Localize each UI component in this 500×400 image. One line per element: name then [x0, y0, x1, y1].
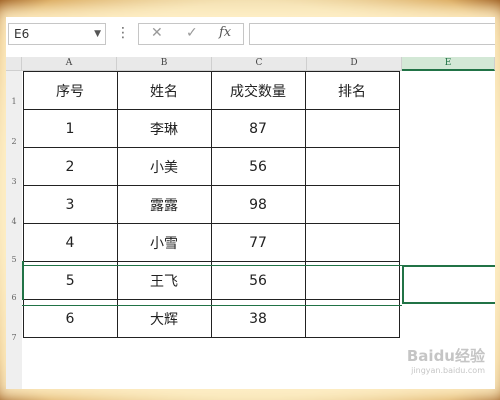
table-cell[interactable]: 露露: [116, 185, 212, 224]
table-cell[interactable]: 87: [210, 109, 306, 148]
row-header-7[interactable]: 7: [6, 333, 22, 342]
row-header-1[interactable]: 1: [6, 97, 22, 106]
more-options-icon[interactable]: ⋮: [116, 25, 130, 41]
table-cell[interactable]: 大辉: [116, 299, 212, 338]
table-cell[interactable]: 3: [22, 185, 118, 224]
select-all-corner[interactable]: [6, 57, 22, 71]
chevron-down-icon[interactable]: ▼: [94, 24, 101, 44]
header-cell[interactable]: 姓名: [116, 71, 212, 110]
table-cell[interactable]: 小雪: [116, 223, 212, 262]
column-header-d[interactable]: D: [307, 57, 402, 71]
table-cell[interactable]: 56: [210, 147, 306, 186]
table-cell[interactable]: [304, 299, 400, 338]
table-cell[interactable]: 77: [210, 223, 306, 262]
formula-input[interactable]: [249, 23, 495, 45]
formula-buttons: ✕ ✓ fx: [138, 23, 244, 45]
table-cell[interactable]: [304, 261, 400, 300]
name-box-value: E6: [14, 27, 30, 41]
table-row: 2 小美 56: [22, 147, 400, 186]
row-header-5[interactable]: 5: [6, 255, 22, 264]
table-row: 6 大辉 38: [22, 299, 400, 338]
table-cell[interactable]: 5: [22, 261, 118, 300]
column-header-a[interactable]: A: [22, 57, 117, 71]
row-header-6[interactable]: 6: [6, 293, 22, 302]
table-cell[interactable]: 98: [210, 185, 306, 224]
table-row: 1 李琳 87: [22, 109, 400, 148]
watermark: Baidu经验 jingyan.baidu.com: [407, 345, 485, 375]
spreadsheet-window: E6 ▼ ⋮ ✕ ✓ fx A B C D E 1 2 3 4 5 6 7 序号…: [6, 17, 495, 389]
table-cell[interactable]: 6: [22, 299, 118, 338]
column-header-c[interactable]: C: [212, 57, 307, 71]
table-row-selected: 5 王飞 56: [22, 261, 400, 300]
table-cell[interactable]: [304, 223, 400, 262]
formula-bar: E6 ▼ ⋮ ✕ ✓ fx: [6, 17, 495, 53]
column-header-e[interactable]: E: [402, 57, 495, 71]
table-cell[interactable]: 56: [210, 261, 306, 300]
watermark-brand: Baidu经验: [406, 347, 485, 365]
table-cell[interactable]: [304, 147, 400, 186]
table-cell[interactable]: 1: [22, 109, 118, 148]
data-table: 序号 姓名 成交数量 排名 1 李琳 87 2 小美 56 3 露露 98 4 …: [22, 71, 400, 338]
cancel-icon[interactable]: ✕: [151, 25, 163, 41]
row-header-3[interactable]: 3: [6, 177, 22, 186]
watermark-url: jingyan.baidu.com: [411, 366, 485, 375]
table-cell[interactable]: [304, 185, 400, 224]
row-header-4[interactable]: 4: [6, 217, 22, 226]
table-cell[interactable]: 小美: [116, 147, 212, 186]
name-box[interactable]: E6 ▼: [8, 23, 106, 45]
table-row: 4 小雪 77: [22, 223, 400, 262]
header-cell[interactable]: 序号: [22, 71, 118, 110]
table-cell[interactable]: [304, 109, 400, 148]
table-cell[interactable]: 38: [210, 299, 306, 338]
table-cell[interactable]: 2: [22, 147, 118, 186]
row-header-2[interactable]: 2: [6, 137, 22, 146]
header-cell[interactable]: 排名: [304, 71, 400, 110]
insert-function-icon[interactable]: fx: [219, 25, 231, 40]
column-header-b[interactable]: B: [117, 57, 212, 71]
header-cell[interactable]: 成交数量: [210, 71, 306, 110]
table-cell[interactable]: 王飞: [116, 261, 212, 300]
table-row: 3 露露 98: [22, 185, 400, 224]
table-cell[interactable]: 李琳: [116, 109, 212, 148]
table-header-row: 序号 姓名 成交数量 排名: [22, 71, 400, 110]
active-cell-e6[interactable]: [402, 265, 495, 304]
confirm-icon[interactable]: ✓: [186, 25, 198, 41]
table-cell[interactable]: 4: [22, 223, 118, 262]
